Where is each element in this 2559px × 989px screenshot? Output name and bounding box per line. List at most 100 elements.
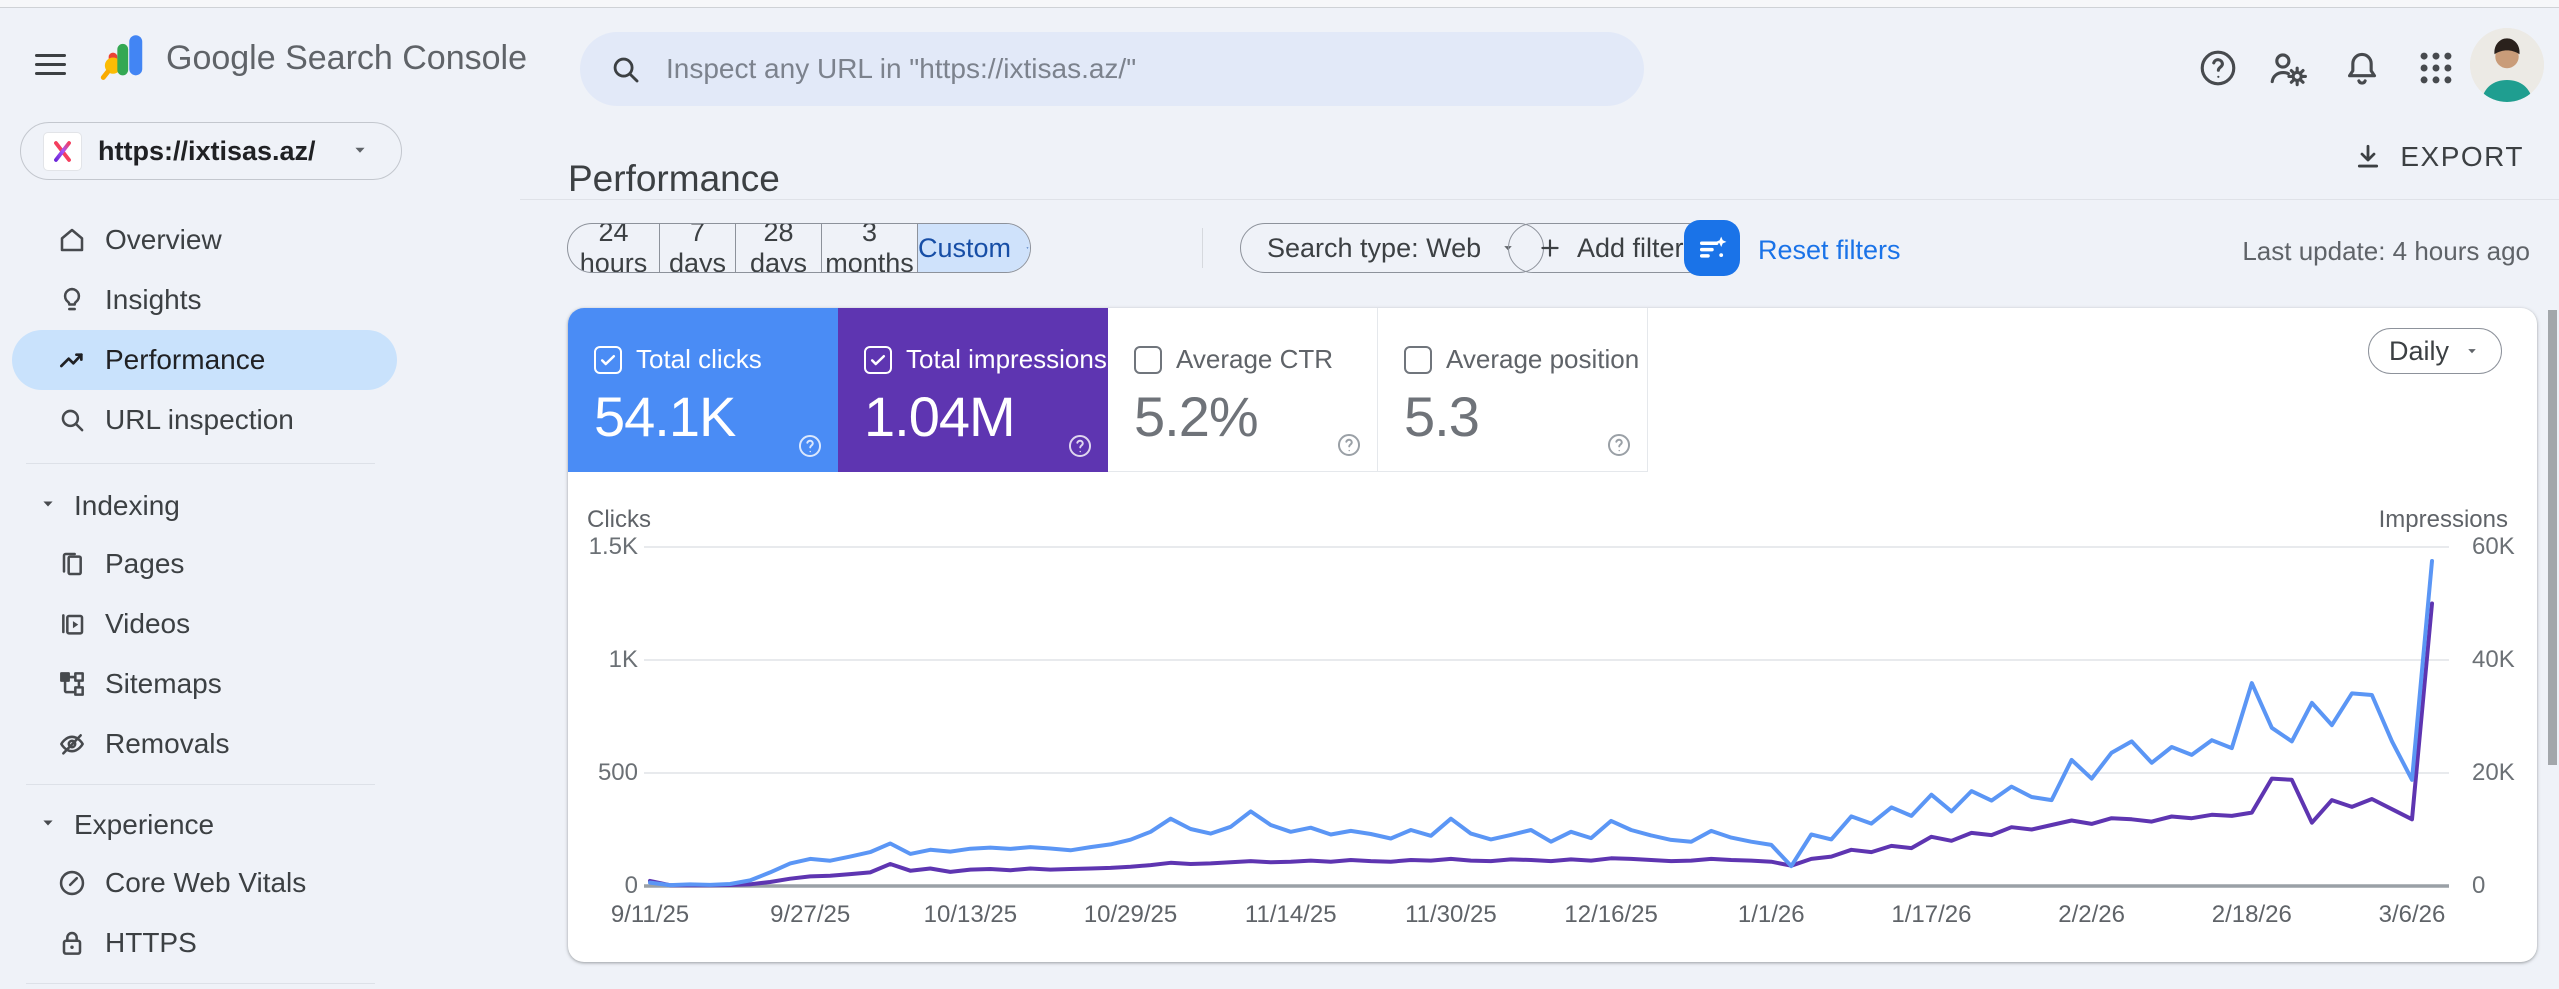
notifications-icon[interactable] [2340, 46, 2384, 90]
home-icon [55, 223, 89, 257]
axis-tick: 9/11/25 [610, 901, 690, 928]
sidebar-item-performance[interactable]: Performance [12, 330, 397, 390]
axis-tick: 1.5K [588, 533, 638, 560]
sidebar-item-label: Videos [105, 608, 191, 639]
property-favicon [43, 131, 82, 171]
axis-tick: 10/13/25 [923, 901, 1018, 928]
search-icon [613, 57, 639, 83]
sidebar-item-videos[interactable]: Videos [0, 594, 520, 654]
url-inspect-input[interactable] [664, 52, 1644, 86]
axis-tick: 0 [2472, 872, 2486, 899]
date-range-24-hours[interactable]: 24 hours [568, 224, 659, 272]
sidebar-nav: Overview Insights Performance URL inspec… [0, 210, 520, 984]
axis-tick: 11/14/25 [1244, 901, 1337, 928]
section-label: Indexing [74, 490, 180, 521]
axis-tick: 500 [597, 759, 638, 786]
chart-canvas [644, 546, 2449, 888]
axis-tick: 2/18/26 [2211, 901, 2292, 928]
axis-tick: 1/17/26 [1891, 901, 1972, 928]
sidebar-item-sitemaps[interactable]: Sitemaps [0, 654, 520, 714]
search-type-dropdown[interactable]: Search type: Web [1240, 223, 1545, 273]
left-axis-title: Clicks [587, 506, 651, 533]
download-icon [2358, 144, 2379, 168]
avatar[interactable] [2470, 28, 2544, 102]
caret-down-icon [38, 813, 58, 838]
add-filter-button[interactable]: Add filter [1508, 223, 1713, 273]
axis-tick: 0 [624, 872, 638, 899]
sidebar-divider [26, 983, 375, 984]
scrollbar-thumb[interactable] [2548, 310, 2557, 765]
sidebar-item-insights[interactable]: Insights [0, 270, 520, 330]
sidebar-item-pages[interactable]: Pages [0, 534, 520, 594]
last-update-text: Last update: 4 hours ago [2242, 236, 2530, 266]
property-selector[interactable]: https://ixtisas.az/ [20, 122, 402, 180]
header-divider [520, 199, 2559, 200]
filter-sparkle-icon [1699, 236, 1727, 258]
browser-edge-strip [0, 0, 2559, 8]
sidebar-section-experience[interactable]: Experience [0, 797, 520, 853]
sidebar-item-label: URL inspection [105, 404, 294, 435]
top-bar: Google Search Console [0, 8, 2559, 112]
reset-filters-link[interactable]: Reset filters [1758, 235, 1901, 266]
product-name: Google Search Console [166, 38, 528, 77]
video-library-icon [55, 607, 89, 641]
sidebar-item-label: Pages [105, 548, 185, 579]
pages-icon [55, 547, 89, 581]
right-axis-title: Impressions [2378, 506, 2508, 533]
sidebar-item-https[interactable]: HTTPS [0, 913, 520, 973]
caret-down-icon [1026, 247, 1029, 249]
axis-tick: 1/1/26 [1737, 901, 1805, 928]
performance-chart: Clicks Impressions 1.5K 1K 500 0 60K 40K 20K 0… [568, 308, 2537, 962]
axis-tick: 1K [608, 646, 638, 673]
magnifier-icon [55, 403, 89, 437]
axis-tick: 60K [2472, 533, 2515, 560]
page-title: Performance [568, 157, 780, 199]
eye-off-icon [55, 727, 89, 761]
sidebar-item-core-web-vitals[interactable]: Core Web Vitals [0, 853, 520, 913]
export-label: EXPORT [2400, 141, 2524, 172]
sidebar-divider [26, 784, 375, 785]
axis-tick: 11/30/25 [1405, 901, 1497, 928]
google-search-console-app: Google Search Console Inspect any URL in… [0, 0, 2559, 989]
sidebar-item-url-inspection[interactable]: URL inspection [0, 390, 520, 450]
date-range-segmented-control: 24 hours 7 days 28 days 3 months Custom [567, 223, 1031, 273]
axis-tick: 40K [2472, 646, 2515, 673]
sidebar-item-removals[interactable]: Removals [0, 714, 520, 774]
compare-filter-button[interactable] [1684, 220, 1740, 276]
sidebar-item-overview[interactable]: Overview [0, 210, 520, 270]
date-range-custom[interactable]: Custom [917, 224, 1030, 272]
sidebar-item-label: Removals [105, 728, 230, 759]
filter-separator [1202, 228, 1203, 268]
date-range-7-days[interactable]: 7 days [659, 224, 735, 272]
sidebar-item-label: HTTPS [105, 927, 197, 958]
help-icon[interactable] [2196, 46, 2240, 90]
series-line-impressions [648, 601, 2434, 888]
plus-icon [1541, 239, 1559, 257]
sidebar-item-label: Core Web Vitals [105, 867, 307, 898]
axis-tick: 3/6/26 [2378, 901, 2446, 928]
menu-icon[interactable] [30, 44, 70, 84]
search-console-logo-icon [100, 35, 143, 80]
series-line-clicks [648, 559, 2434, 888]
caret-down-icon [38, 494, 58, 519]
user-settings-icon[interactable] [2266, 46, 2310, 90]
sidebar-item-label: Overview [105, 224, 222, 255]
axis-tick: 9/27/25 [770, 901, 851, 928]
lock-icon [55, 926, 89, 960]
axis-tick: 12/16/25 [1564, 901, 1658, 928]
sitemap-tree-icon [55, 667, 89, 701]
export-button[interactable]: EXPORT [2346, 140, 2530, 174]
axis-tick: 10/29/25 [1083, 901, 1178, 928]
trending-up-icon [55, 343, 89, 377]
property-url: https://ixtisas.az/ [98, 135, 316, 166]
apps-grid-icon[interactable] [2414, 46, 2458, 90]
sidebar-item-label: Sitemaps [105, 668, 222, 699]
lightbulb-icon [55, 283, 89, 317]
app-logo: Google Search Console [100, 32, 527, 84]
axis-tick: 20K [2472, 759, 2515, 786]
date-range-28-days[interactable]: 28 days [735, 224, 821, 272]
date-range-3-months[interactable]: 3 months [821, 224, 917, 272]
chevron-down-icon [349, 139, 371, 164]
sidebar-section-indexing[interactable]: Indexing [0, 478, 520, 534]
speedometer-icon [55, 866, 89, 900]
